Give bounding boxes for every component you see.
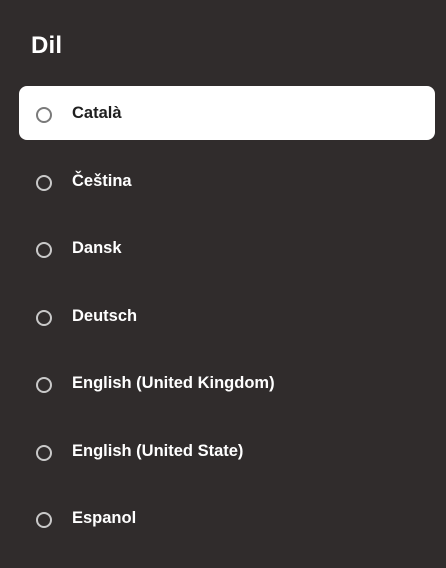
language-option-english-uk[interactable]: English (United Kingdom) bbox=[19, 356, 435, 410]
language-option-label: Espanol bbox=[72, 509, 137, 527]
radio-button-icon[interactable] bbox=[36, 174, 52, 191]
language-option-dansk[interactable]: Dansk bbox=[19, 221, 435, 275]
language-list: Català Čeština Dansk Deutsch English (Un… bbox=[0, 86, 446, 559]
language-option-espanol[interactable]: Espanol bbox=[19, 491, 435, 545]
language-option-label: Deutsch bbox=[72, 306, 138, 325]
language-option-label: English (United State) bbox=[72, 441, 244, 460]
language-option-english-us[interactable]: English (United State) bbox=[19, 424, 435, 478]
radio-button-icon[interactable] bbox=[36, 242, 52, 258]
language-option-cestina[interactable]: Čeština bbox=[19, 154, 435, 208]
radio-button-icon[interactable] bbox=[36, 107, 52, 123]
radio-button-icon[interactable] bbox=[36, 309, 52, 326]
radio-button-icon[interactable] bbox=[36, 512, 52, 528]
language-option-label: Dansk bbox=[72, 239, 122, 257]
language-option-catala[interactable]: Català bbox=[19, 86, 435, 140]
radio-button-icon[interactable] bbox=[36, 377, 52, 393]
page-title: Dil bbox=[31, 32, 63, 59]
language-option-label: Català bbox=[72, 104, 122, 122]
language-option-label: Čeština bbox=[72, 171, 132, 190]
language-panel: Dil Català Čeština Dansk Deutsch English… bbox=[0, 0, 446, 568]
language-option-deutsch[interactable]: Deutsch bbox=[19, 289, 435, 343]
radio-button-icon[interactable] bbox=[36, 444, 52, 461]
language-option-label: English (United Kingdom) bbox=[72, 374, 275, 392]
